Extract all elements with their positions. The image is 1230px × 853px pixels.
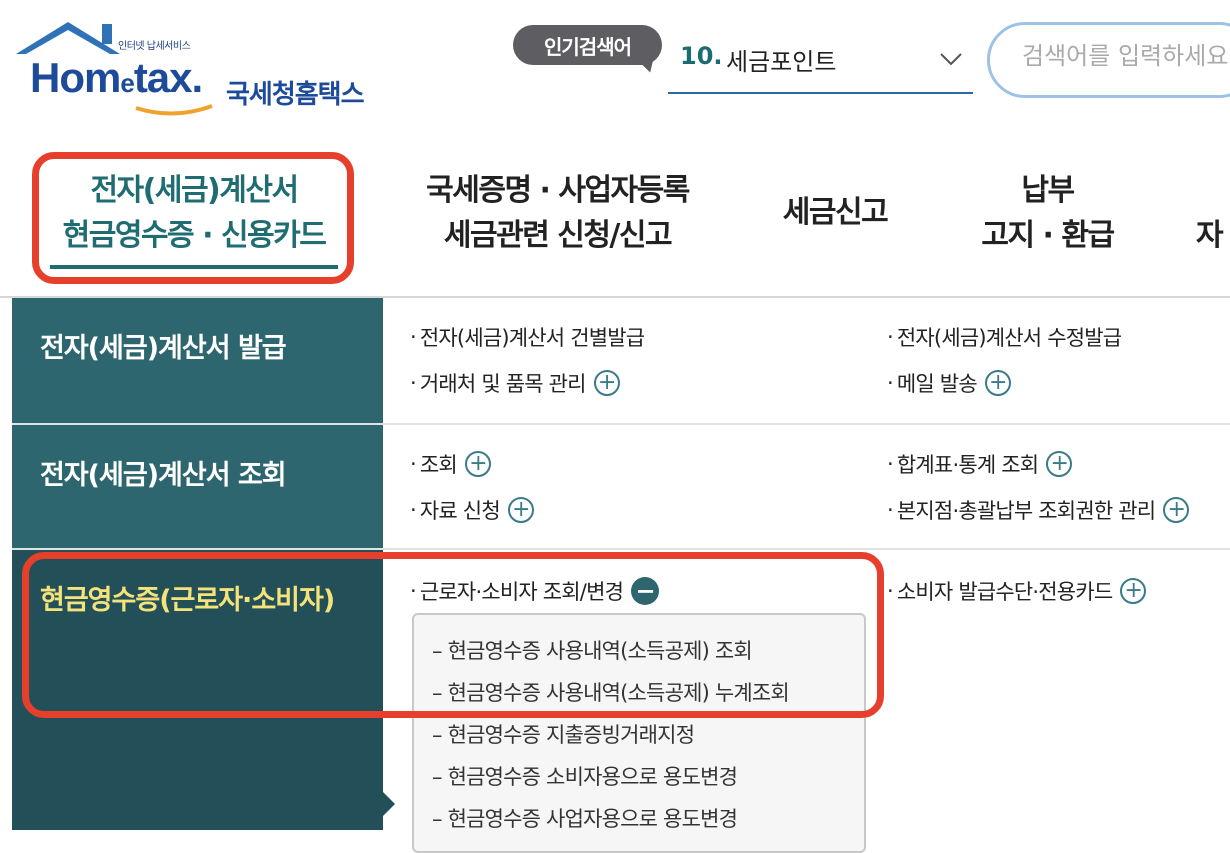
submenu-item-expense-proof[interactable]: – 현금영수증 지출증빙거래지정 xyxy=(432,719,695,749)
link-data-request[interactable]: · 자료 신청 + xyxy=(410,495,534,525)
link-consumer-card[interactable]: · 소비자 발급수단·전용카드 + xyxy=(887,576,1147,606)
chevron-down-icon xyxy=(940,53,962,66)
nav-tab-truncated[interactable]: 자 xyxy=(1196,213,1230,258)
logo-korean-name: 국세청홈택스 xyxy=(226,80,365,110)
side-menu-item-lookup[interactable]: 전자(세금)계산서 조회 xyxy=(12,425,383,548)
popular-search-dropdown[interactable]: 10. 세금포인트 xyxy=(668,30,973,94)
submenu-item-to-consumer[interactable]: – 현금영수증 소비자용으로 용도변경 xyxy=(432,761,738,791)
logo-swoosh-icon xyxy=(135,104,213,116)
popular-keyword: 세금포인트 xyxy=(726,48,837,76)
link-branch-authority[interactable]: · 본지점·총괄납부 조회권한 관리 + xyxy=(887,495,1190,525)
expand-plus-icon[interactable]: + xyxy=(593,370,620,396)
nav-tab-tax-filing[interactable]: 세금신고 xyxy=(760,190,910,235)
expand-plus-icon[interactable]: + xyxy=(464,451,491,477)
hometax-logo[interactable]: 인터넷 납세서비스 Hometax. 국세청홈택스 xyxy=(14,18,404,116)
expand-plus-icon[interactable]: + xyxy=(1163,497,1190,523)
link-partners-items[interactable]: · 거래처 및 품목 관리 + xyxy=(410,368,620,398)
link-mail-send[interactable]: · 메일 발송 + xyxy=(887,368,1011,398)
content-divider xyxy=(383,548,1230,550)
expand-plus-icon[interactable]: + xyxy=(984,370,1011,396)
popular-rank: 10. xyxy=(680,42,723,70)
highlight-box-nav xyxy=(32,152,354,284)
side-menu-item-issue[interactable]: 전자(세금)계산서 발급 xyxy=(12,298,383,423)
link-lookup[interactable]: · 조회 + xyxy=(410,449,491,479)
expand-plus-icon[interactable]: + xyxy=(1120,578,1147,604)
active-indicator-arrow xyxy=(383,792,395,816)
submenu-item-to-business[interactable]: – 현금영수증 사업자용으로 용도변경 xyxy=(432,803,738,833)
nav-tab-certificate-registration[interactable]: 국세증명 · 사업자등록 세금관련 신청/신고 xyxy=(405,168,710,258)
nav-tab-payment-refund[interactable]: 납부 고지 · 환급 xyxy=(960,168,1135,258)
link-summary-stats[interactable]: · 합계표·통계 조회 + xyxy=(887,449,1073,479)
expand-plus-icon[interactable]: + xyxy=(507,497,534,523)
logo-tagline: 인터넷 납세서비스 xyxy=(118,41,191,52)
link-issue-single[interactable]: · 전자(세금)계산서 건별발급 xyxy=(410,322,645,352)
logo-wordmark: Hometax. xyxy=(30,54,203,101)
expand-plus-icon[interactable]: + xyxy=(1046,451,1073,477)
badge-tail xyxy=(637,57,657,75)
popular-search-badge: 인기검색어 xyxy=(513,25,662,75)
search-box[interactable] xyxy=(987,22,1230,98)
highlight-box-cash-receipt xyxy=(22,552,884,718)
search-input[interactable] xyxy=(1020,41,1230,71)
content-divider xyxy=(383,423,1230,425)
link-issue-modify[interactable]: · 전자(세금)계산서 수정발급 xyxy=(887,322,1122,352)
